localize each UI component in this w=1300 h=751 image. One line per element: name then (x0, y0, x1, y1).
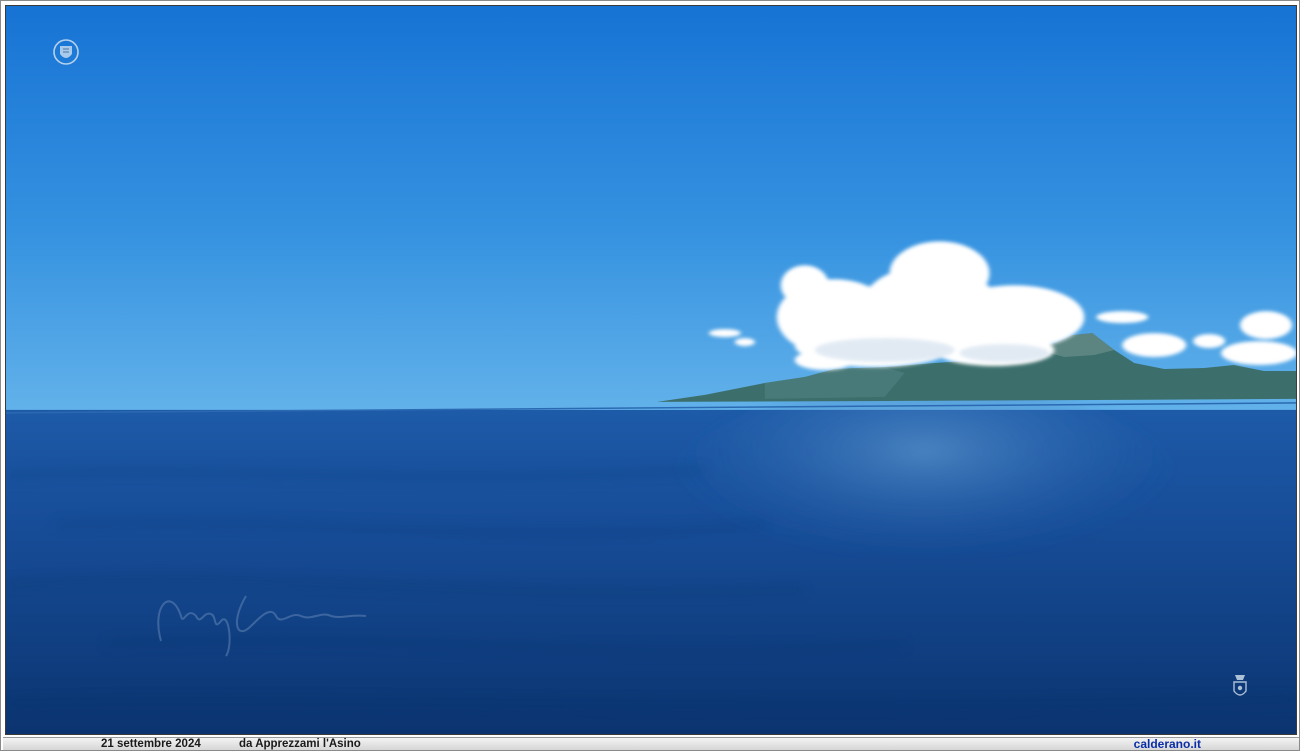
caption-bar: 21 settembre 2024 da Apprezzami l'Asino … (3, 737, 1299, 750)
photo-source: da Apprezzami l'Asino (239, 738, 361, 750)
crest-icon (1233, 675, 1247, 696)
site-name: calderano.it (1133, 737, 1201, 751)
photo-frame: 21 settembre 2024 da Apprezzami l'Asino … (0, 0, 1300, 751)
sea-reflection (664, 384, 1185, 605)
photo-date: 21 settembre 2024 (101, 738, 201, 750)
signature-icon (157, 595, 367, 657)
coat-of-arms-icon (53, 39, 79, 65)
